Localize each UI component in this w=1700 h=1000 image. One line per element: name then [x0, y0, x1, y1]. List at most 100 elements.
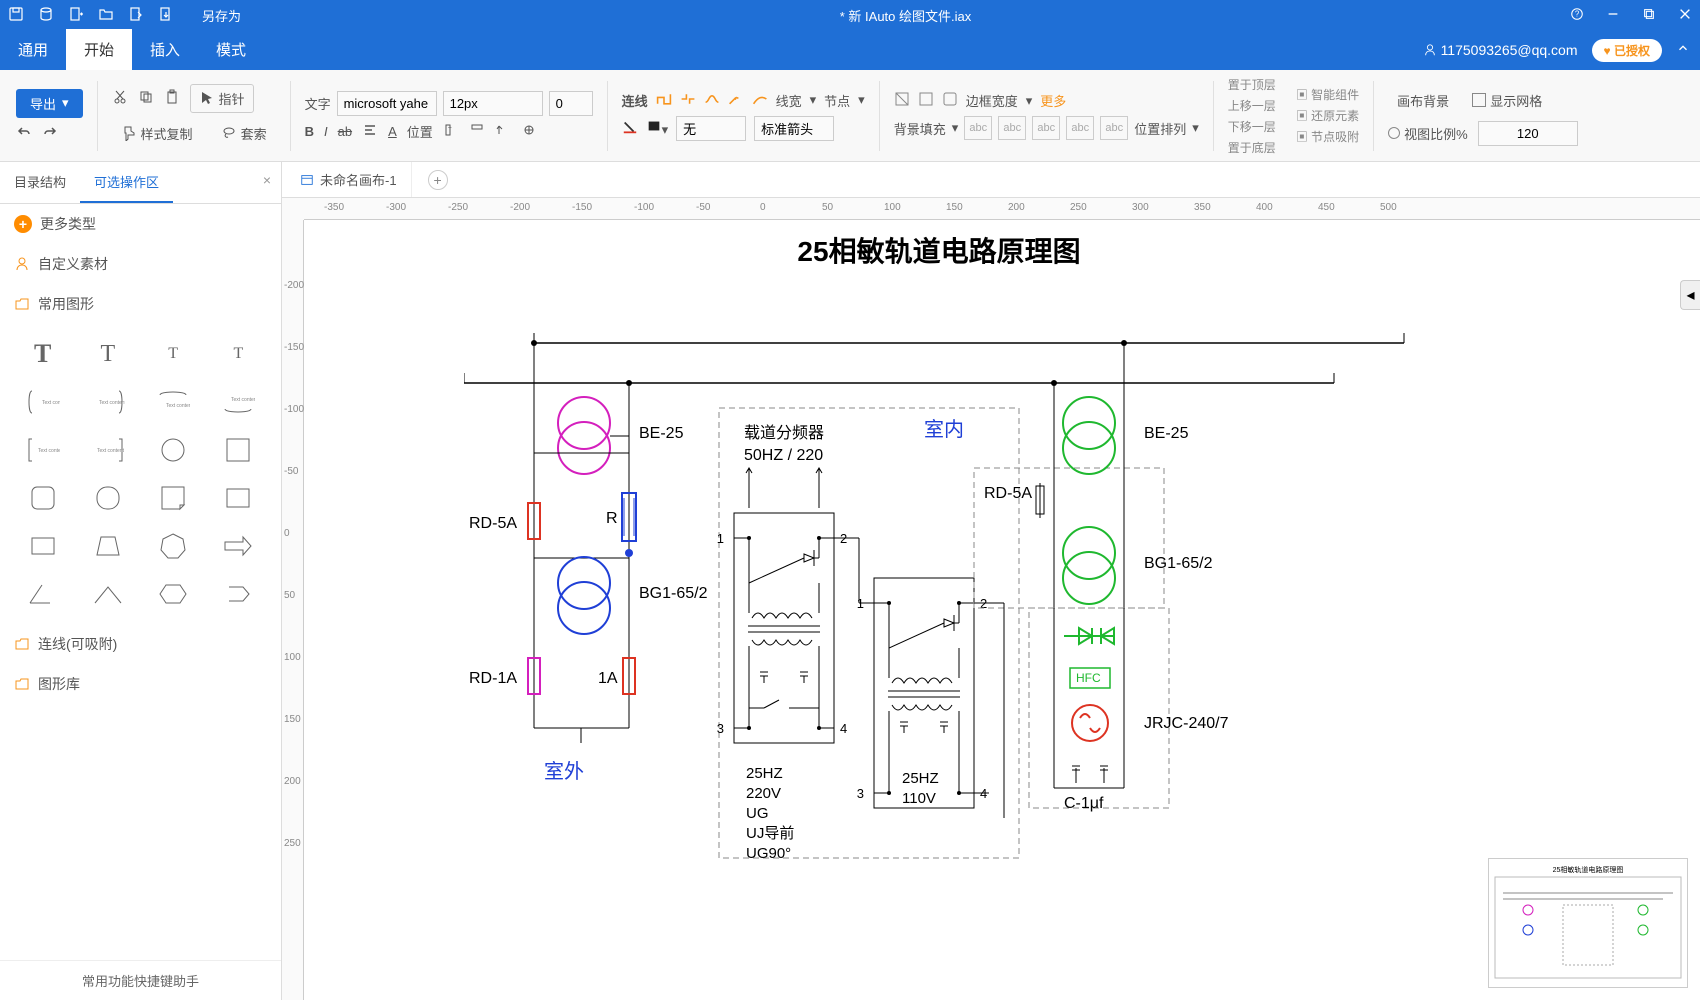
arrow-style-select[interactable] [754, 116, 834, 141]
connector3-icon[interactable] [704, 91, 720, 110]
undo-icon[interactable] [16, 124, 32, 143]
tab-directory[interactable]: 目录结构 [0, 162, 80, 203]
smart-comp-button[interactable]: ▣ 智能组件 [1296, 86, 1359, 103]
font-name-input[interactable] [337, 91, 437, 116]
tab-start[interactable]: 开始 [66, 29, 132, 70]
shape-brace4[interactable]: Text content [206, 378, 271, 426]
view-scale-checkbox[interactable]: 视图比例% [1388, 124, 1468, 143]
new-icon[interactable] [68, 6, 84, 25]
shape-rect2[interactable] [10, 522, 75, 570]
show-grid-checkbox[interactable]: 显示网格 [1472, 91, 1542, 110]
connectors-section[interactable]: 连线(可吸附) [0, 624, 281, 664]
canvas-bg-button[interactable]: 画布背景 [1388, 86, 1458, 115]
user-account[interactable]: 1175093265@qq.com [1423, 42, 1578, 58]
shape-brace3[interactable]: Text content [141, 378, 206, 426]
tab-operations[interactable]: 可选操作区 [80, 162, 173, 203]
shape-text-bold[interactable]: T [10, 330, 75, 378]
shape-note[interactable] [141, 474, 206, 522]
text-dir4-icon[interactable] [521, 122, 537, 141]
abc-box-1[interactable]: abc [964, 116, 992, 140]
shortcut-helper[interactable]: 常用功能快捷键助手 [0, 960, 281, 1000]
top-layer-button[interactable]: 置于顶层 [1228, 76, 1276, 93]
abc-box-5[interactable]: abc [1100, 116, 1128, 140]
format-painter-button[interactable]: 样式复制 [112, 119, 202, 148]
shape3-icon[interactable] [942, 91, 958, 110]
up-layer-button[interactable]: 上移一层 [1228, 97, 1276, 114]
font-size-input[interactable] [443, 91, 543, 116]
canvas-tab-1[interactable]: 未命名画布-1 [286, 162, 412, 197]
close-panel-icon[interactable]: × [263, 172, 271, 188]
strikethrough-icon[interactable]: ab [338, 124, 352, 139]
font-color-icon[interactable]: A [388, 124, 397, 139]
tab-mode[interactable]: 模式 [198, 29, 264, 70]
shape-roundrect2[interactable] [75, 474, 140, 522]
linewidth-dropdown-icon[interactable]: ▾ [810, 92, 817, 108]
pointer-button[interactable]: 指针 [190, 84, 254, 113]
collapse-right-icon[interactable]: ◂ [1680, 280, 1700, 310]
shape-text[interactable]: T [75, 330, 140, 378]
custom-material-section[interactable]: 自定义素材 [0, 244, 281, 284]
shape-brace2[interactable]: Text content [75, 378, 140, 426]
shape2-icon[interactable] [918, 91, 934, 110]
paste-icon[interactable] [164, 89, 180, 108]
copy-icon[interactable] [138, 89, 154, 108]
position-label[interactable]: 位置 [407, 122, 433, 141]
minimap[interactable]: 25相敏轨道电路原理图 [1488, 858, 1688, 988]
cut-icon[interactable] [112, 89, 128, 108]
shape-heptagon[interactable] [141, 522, 206, 570]
close-icon[interactable] [1678, 7, 1692, 24]
help-icon[interactable]: ? [1570, 7, 1584, 24]
node-dropdown-icon[interactable]: ▾ [858, 92, 865, 108]
shape-bracket1[interactable]: Text content [10, 426, 75, 474]
maximize-icon[interactable] [1642, 7, 1656, 24]
shape-hex[interactable] [141, 570, 206, 618]
bottom-layer-button[interactable]: 置于底层 [1228, 139, 1276, 156]
text-dir3-icon[interactable] [495, 122, 511, 141]
canvas[interactable]: ◂ 25相敏轨道电路原理图 [304, 220, 1700, 1000]
borderwidth-dropdown-icon[interactable]: ▾ [1026, 93, 1033, 109]
abc-box-2[interactable]: abc [998, 116, 1026, 140]
line-color-icon[interactable] [622, 119, 638, 138]
shape-triangle-up[interactable] [75, 570, 140, 618]
more-types-button[interactable]: +更多类型 [0, 204, 281, 244]
edit-icon[interactable] [128, 6, 144, 25]
italic-icon[interactable]: I [324, 124, 328, 139]
node-snap-button[interactable]: ▣ 节点吸附 [1296, 128, 1359, 145]
shape-trap[interactable] [75, 522, 140, 570]
shape-pentagon[interactable] [206, 570, 271, 618]
shape-angle[interactable] [10, 570, 75, 618]
shape-lib-section[interactable]: 图形库 [0, 664, 281, 704]
db-icon[interactable] [38, 6, 54, 25]
abc-box-3[interactable]: abc [1032, 116, 1060, 140]
export-icon[interactable] [158, 6, 174, 25]
shape-square[interactable] [206, 426, 271, 474]
shape-arrow[interactable] [206, 522, 271, 570]
line-style-select[interactable] [676, 116, 746, 141]
shape-circle[interactable] [141, 426, 206, 474]
fill-color-icon[interactable]: ▾ [646, 118, 669, 138]
connector2-icon[interactable] [680, 91, 696, 110]
tab-general[interactable]: 通用 [0, 29, 66, 70]
export-button[interactable]: 导出 ▾ [16, 89, 83, 118]
text-dir2-icon[interactable] [469, 122, 485, 141]
bold-icon[interactable]: B [305, 124, 314, 139]
connector1-icon[interactable] [656, 91, 672, 110]
shape-roundrect[interactable] [10, 474, 75, 522]
common-shapes-section[interactable]: 常用图形 [0, 284, 281, 324]
shape-text-small2[interactable]: T [206, 330, 271, 378]
more-label[interactable]: 更多 [1040, 91, 1066, 110]
minimize-icon[interactable] [1606, 7, 1620, 24]
shape-bracket2[interactable]: Text content [75, 426, 140, 474]
connector4-icon[interactable] [728, 91, 744, 110]
license-badge[interactable]: ♥ 已授权 [1592, 39, 1662, 62]
shape-brace1[interactable]: Text content [10, 378, 75, 426]
tab-insert[interactable]: 插入 [132, 29, 198, 70]
shape1-icon[interactable] [894, 91, 910, 110]
shape-rect[interactable] [206, 474, 271, 522]
collapse-ribbon-icon[interactable] [1676, 41, 1690, 60]
align-icon[interactable] [362, 122, 378, 141]
restore-elem-button[interactable]: ▣ 还原元素 [1296, 107, 1359, 124]
save-icon[interactable] [8, 6, 24, 25]
pos-arrange-label[interactable]: 位置排列 [1134, 119, 1186, 138]
bg-fill-label[interactable]: 背景填充 [894, 119, 946, 138]
